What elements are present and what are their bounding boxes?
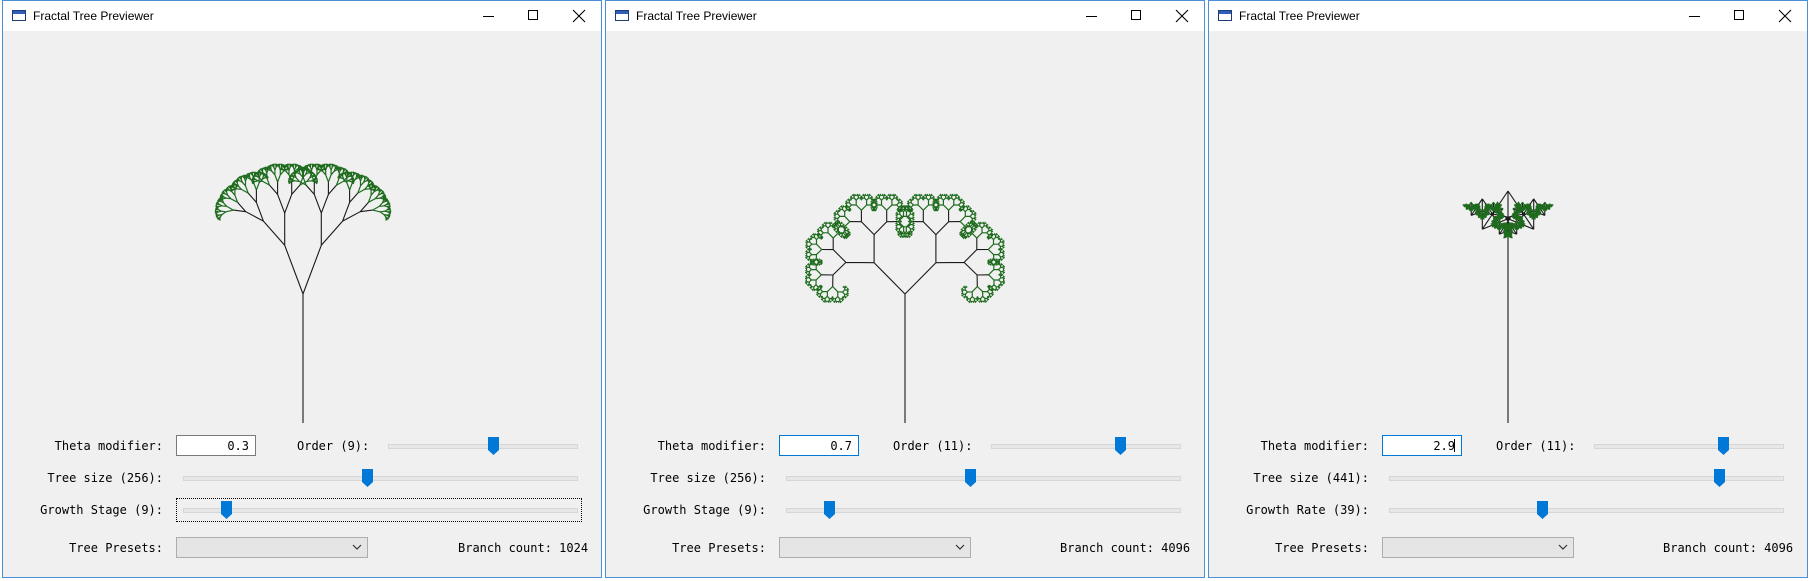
tree-canvas xyxy=(804,193,1006,423)
close-icon xyxy=(1778,9,1792,23)
maximize-button[interactable] xyxy=(1114,1,1159,31)
minimize-button[interactable] xyxy=(466,1,511,31)
order-slider-thumb[interactable] xyxy=(1718,437,1730,455)
order-slider-thumb[interactable] xyxy=(487,437,499,455)
growth-stage-slider-thumb[interactable] xyxy=(823,501,835,519)
window-title: Fractal Tree Previewer xyxy=(1239,9,1360,23)
title-bar[interactable]: Fractal Tree Previewer xyxy=(1209,1,1807,31)
theta-modifier-input[interactable]: 0.7 xyxy=(779,435,859,456)
tree-presets-dropdown[interactable] xyxy=(779,537,971,558)
tree-size-slider-thumb[interactable] xyxy=(362,469,374,487)
tree-canvas xyxy=(1462,190,1554,423)
app-window-icon xyxy=(12,10,26,21)
order-label: Order (9): xyxy=(297,439,370,453)
minimize-icon xyxy=(483,16,494,17)
window-1: Fractal Tree Previewer Theta modifier: 0… xyxy=(2,0,602,578)
tree-size-label: Tree size (256): xyxy=(650,471,766,485)
theta-modifier-label: Theta modifier: xyxy=(54,439,163,453)
branch-count-text: Branch count: 1024 xyxy=(458,541,589,555)
order-slider-track[interactable] xyxy=(1594,444,1784,449)
theta-modifier-label: Theta modifier: xyxy=(657,439,766,453)
close-icon xyxy=(1175,9,1189,23)
order-label: Order (11): xyxy=(893,439,973,453)
app-window-icon xyxy=(1218,10,1232,21)
chevron-down-icon xyxy=(352,544,362,550)
theta-modifier-label: Theta modifier: xyxy=(1260,439,1369,453)
maximize-button[interactable] xyxy=(1717,1,1762,31)
theta-modifier-input[interactable]: 0.3 xyxy=(176,435,256,456)
tree-size-label: Tree size (256): xyxy=(47,471,163,485)
tree-presets-label: Tree Presets: xyxy=(1275,541,1369,555)
fractal-tree-drawing xyxy=(804,193,1006,423)
order-slider-thumb[interactable] xyxy=(1115,437,1127,455)
tree-size-slider-track[interactable] xyxy=(1389,476,1784,481)
growth-stage-label: Growth Stage (9): xyxy=(40,503,163,517)
tree-size-slider-track[interactable] xyxy=(786,476,1181,481)
tree-size-label: Tree size (441): xyxy=(1253,471,1369,485)
tree-size-slider-track[interactable] xyxy=(183,476,578,481)
growth-stage-slider-thumb[interactable] xyxy=(220,501,232,519)
order-slider-track[interactable] xyxy=(388,444,578,449)
close-button[interactable] xyxy=(556,1,601,31)
chevron-down-icon xyxy=(1558,544,1568,550)
tree-canvas xyxy=(214,163,392,423)
growth-stage-slider-track[interactable] xyxy=(183,508,578,513)
tree-presets-label: Tree Presets: xyxy=(672,541,766,555)
close-icon xyxy=(572,9,586,23)
theta-modifier-value: 2.9 xyxy=(1433,439,1455,453)
maximize-icon xyxy=(528,10,538,20)
window-2: Fractal Tree Previewer Theta modifier: 0… xyxy=(605,0,1205,578)
order-slider-track[interactable] xyxy=(991,444,1181,449)
growth-rate-slider-thumb[interactable] xyxy=(1536,501,1548,519)
maximize-icon xyxy=(1734,10,1744,20)
minimize-button[interactable] xyxy=(1672,1,1717,31)
theta-modifier-input[interactable]: 2.9 xyxy=(1382,435,1462,456)
title-bar[interactable]: Fractal Tree Previewer xyxy=(606,1,1204,31)
maximize-button[interactable] xyxy=(511,1,556,31)
tree-presets-dropdown[interactable] xyxy=(176,537,368,558)
growth-stage-label: Growth Stage (9): xyxy=(643,503,766,517)
minimize-icon xyxy=(1086,16,1097,17)
minimize-button[interactable] xyxy=(1069,1,1114,31)
window-3: Fractal Tree Previewer Theta modifier: 2… xyxy=(1208,0,1808,578)
tree-size-slider-thumb[interactable] xyxy=(1713,469,1725,487)
title-bar[interactable]: Fractal Tree Previewer xyxy=(3,1,601,31)
tree-presets-label: Tree Presets: xyxy=(69,541,163,555)
maximize-icon xyxy=(1131,10,1141,20)
order-label: Order (11): xyxy=(1496,439,1576,453)
text-caret xyxy=(1454,439,1455,452)
fractal-tree-drawing xyxy=(1462,190,1554,423)
growth-stage-slider-track[interactable] xyxy=(786,508,1181,513)
growth-rate-label: Growth Rate (39): xyxy=(1246,503,1369,517)
window-title: Fractal Tree Previewer xyxy=(33,9,154,23)
growth-rate-slider-track[interactable] xyxy=(1389,508,1784,513)
window-title: Fractal Tree Previewer xyxy=(636,9,757,23)
close-button[interactable] xyxy=(1159,1,1204,31)
close-button[interactable] xyxy=(1762,1,1807,31)
branch-count-text: Branch count: 4096 xyxy=(1060,541,1191,555)
branch-count-text: Branch count: 4096 xyxy=(1663,541,1794,555)
chevron-down-icon xyxy=(955,544,965,550)
tree-size-slider-thumb[interactable] xyxy=(965,469,977,487)
app-window-icon xyxy=(615,10,629,21)
tree-presets-dropdown[interactable] xyxy=(1382,537,1574,558)
fractal-tree-drawing xyxy=(214,163,392,423)
minimize-icon xyxy=(1689,16,1700,17)
